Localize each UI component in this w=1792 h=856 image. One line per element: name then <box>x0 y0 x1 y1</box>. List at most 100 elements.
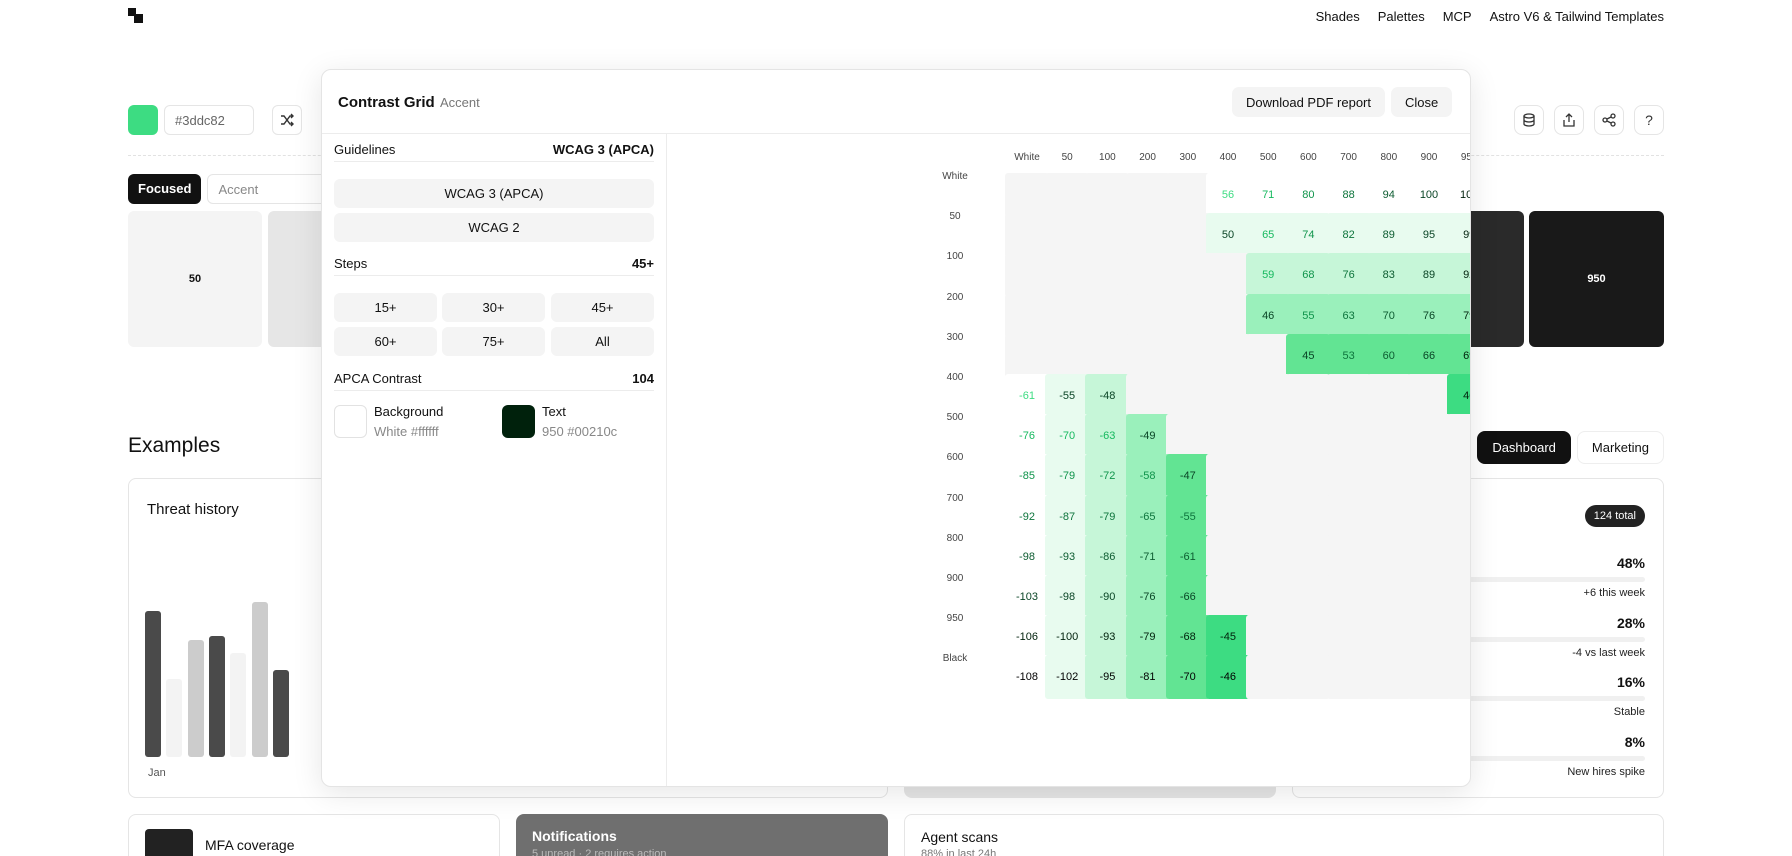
contrast-cell[interactable] <box>1407 454 1451 499</box>
contrast-cell[interactable] <box>1206 454 1250 499</box>
contrast-cell[interactable]: 99 <box>1447 213 1470 258</box>
shuffle-button[interactable] <box>272 105 302 135</box>
step-option[interactable]: 60+ <box>334 327 437 356</box>
contrast-cell[interactable]: 76 <box>1326 253 1371 298</box>
contrast-cell[interactable] <box>1125 374 1170 418</box>
contrast-cell[interactable] <box>1165 173 1210 217</box>
contrast-cell[interactable]: 71 <box>1246 173 1291 217</box>
option-wcag2[interactable]: WCAG 2 <box>334 213 654 242</box>
contrast-cell[interactable] <box>1206 575 1250 619</box>
contrast-cell[interactable] <box>1206 293 1250 338</box>
shade-swatch-50[interactable]: 50 <box>128 211 262 347</box>
contrast-cell[interactable] <box>1125 333 1170 378</box>
contrast-cell[interactable]: 74 <box>1286 213 1331 258</box>
contrast-cell[interactable] <box>1447 534 1470 579</box>
contrast-cell[interactable] <box>1447 494 1470 539</box>
contrast-cell[interactable]: 59 <box>1246 253 1291 298</box>
contrast-cell[interactable]: -93 <box>1045 534 1090 579</box>
contrast-cell[interactable] <box>1246 454 1291 499</box>
contrast-cell[interactable]: 46 <box>1447 374 1470 418</box>
color-swatch[interactable] <box>128 105 158 135</box>
contrast-cell[interactable] <box>1085 173 1130 217</box>
contrast-cell[interactable]: -55 <box>1165 494 1210 539</box>
contrast-cell[interactable]: -108 <box>1005 655 1049 700</box>
contrast-cell[interactable]: 60 <box>1366 333 1411 378</box>
contrast-cell[interactable] <box>1286 615 1331 660</box>
contrast-cell[interactable]: 95 <box>1407 213 1451 258</box>
contrast-cell[interactable] <box>1246 534 1291 579</box>
contrast-cell[interactable] <box>1045 293 1090 338</box>
contrast-cell[interactable] <box>1286 454 1331 499</box>
database-button[interactable] <box>1514 105 1544 135</box>
contrast-cell[interactable]: 88 <box>1326 173 1371 217</box>
contrast-cell[interactable] <box>1366 414 1411 459</box>
contrast-cell[interactable]: -79 <box>1125 615 1170 660</box>
contrast-cell[interactable] <box>1125 213 1170 258</box>
contrast-cell[interactable] <box>1447 454 1470 499</box>
contrast-cell[interactable] <box>1085 293 1130 338</box>
contrast-cell[interactable] <box>1085 213 1130 258</box>
contrast-cell[interactable] <box>1286 575 1331 619</box>
background-swatch[interactable] <box>334 405 367 438</box>
contrast-cell[interactable]: -87 <box>1045 494 1090 539</box>
contrast-cell[interactable]: 69 <box>1447 333 1470 378</box>
contrast-cell[interactable]: -103 <box>1005 575 1049 619</box>
contrast-cell[interactable]: -70 <box>1165 655 1210 700</box>
contrast-cell[interactable]: -98 <box>1005 534 1049 579</box>
contrast-cell[interactable]: -48 <box>1085 374 1130 418</box>
contrast-cell[interactable] <box>1326 454 1371 499</box>
contrast-cell[interactable] <box>1326 414 1371 459</box>
contrast-cell[interactable] <box>1125 293 1170 338</box>
contrast-cell[interactable] <box>1206 374 1250 418</box>
contrast-cell[interactable] <box>1246 333 1291 378</box>
contrast-cell[interactable] <box>1326 494 1371 539</box>
contrast-cell[interactable]: -86 <box>1085 534 1130 579</box>
contrast-cell[interactable] <box>1005 173 1049 217</box>
nav-link-templates[interactable]: Astro V6 & Tailwind Templates <box>1490 9 1664 24</box>
contrast-cell[interactable] <box>1326 534 1371 579</box>
contrast-cell[interactable] <box>1286 414 1331 459</box>
contrast-cell[interactable]: 45 <box>1286 333 1331 378</box>
contrast-cell[interactable]: -76 <box>1005 414 1049 459</box>
contrast-cell[interactable]: -92 <box>1005 494 1049 539</box>
contrast-cell[interactable]: 79 <box>1447 293 1470 338</box>
contrast-cell[interactable] <box>1165 293 1210 338</box>
nav-link-palettes[interactable]: Palettes <box>1378 9 1425 24</box>
contrast-cell[interactable]: 89 <box>1366 213 1411 258</box>
contrast-cell[interactable] <box>1206 333 1250 378</box>
contrast-cell[interactable] <box>1246 374 1291 418</box>
step-option[interactable]: 45+ <box>551 293 654 322</box>
contrast-cell[interactable] <box>1125 253 1170 298</box>
contrast-cell[interactable] <box>1246 655 1291 700</box>
contrast-cell[interactable]: 66 <box>1407 333 1451 378</box>
option-wcag3[interactable]: WCAG 3 (APCA) <box>334 179 654 208</box>
contrast-cell[interactable]: 55 <box>1286 293 1331 338</box>
tab-dashboard[interactable]: Dashboard <box>1477 431 1571 464</box>
contrast-cell[interactable]: -93 <box>1085 615 1130 660</box>
contrast-cell[interactable] <box>1165 414 1210 459</box>
contrast-cell[interactable] <box>1206 253 1250 298</box>
share-button[interactable] <box>1594 105 1624 135</box>
contrast-cell[interactable]: 83 <box>1366 253 1411 298</box>
contrast-cell[interactable] <box>1246 615 1291 660</box>
contrast-cell[interactable] <box>1085 333 1130 378</box>
shade-swatch-950[interactable]: 950 <box>1529 211 1664 347</box>
contrast-cell[interactable]: 89 <box>1407 253 1451 298</box>
contrast-cell[interactable]: 80 <box>1286 173 1331 217</box>
step-option[interactable]: 30+ <box>442 293 545 322</box>
contrast-cell[interactable]: -98 <box>1045 575 1090 619</box>
contrast-cell[interactable]: 63 <box>1326 293 1371 338</box>
contrast-cell[interactable] <box>1165 374 1210 418</box>
contrast-cell[interactable]: 53 <box>1326 333 1371 378</box>
contrast-cell[interactable]: -85 <box>1005 454 1049 499</box>
contrast-cell[interactable]: -58 <box>1125 454 1170 499</box>
contrast-cell[interactable]: -65 <box>1125 494 1170 539</box>
contrast-cell[interactable]: -72 <box>1085 454 1130 499</box>
contrast-cell[interactable]: -90 <box>1085 575 1130 619</box>
step-option[interactable]: 15+ <box>334 293 437 322</box>
contrast-cell[interactable] <box>1286 374 1331 418</box>
contrast-cell[interactable] <box>1165 333 1210 378</box>
contrast-cell[interactable] <box>1366 494 1411 539</box>
contrast-cell[interactable] <box>1447 615 1470 660</box>
contrast-cell[interactable] <box>1447 575 1470 619</box>
